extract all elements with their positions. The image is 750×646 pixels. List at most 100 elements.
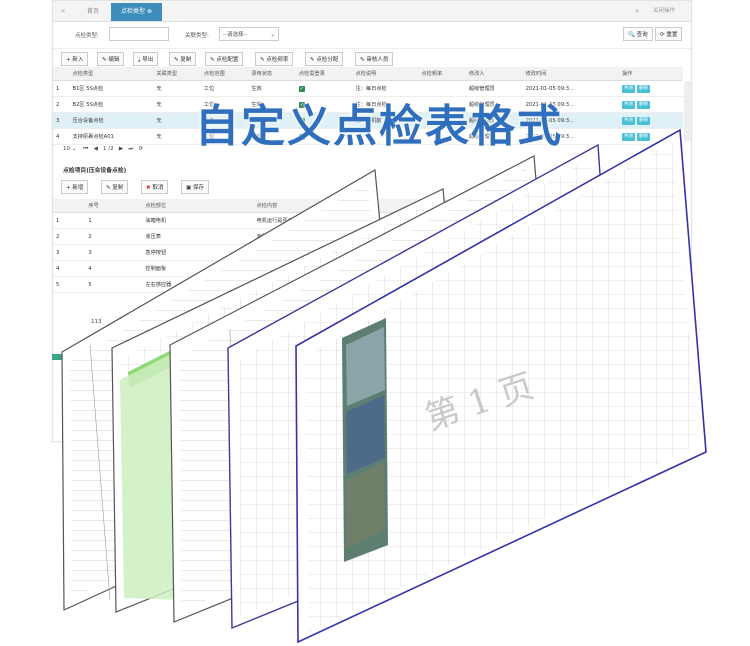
list-item[interactable]: 2 2 液压表 液压值是否在要求范围内 xyxy=(53,228,473,245)
toolbar-button-1[interactable]: ✎ 编辑 xyxy=(97,52,125,66)
save-icon: ▣ xyxy=(186,185,193,191)
table-cell: 2 xyxy=(53,96,70,113)
search-icon: 🔍 xyxy=(628,32,635,38)
toolbar-button-0[interactable]: + 新入 xyxy=(61,52,89,66)
grid-header[interactable]: 录用状态 xyxy=(248,67,296,81)
table-cell: 1 xyxy=(53,212,86,229)
page-total: /2 xyxy=(108,146,114,152)
table-cell: 1 xyxy=(85,212,143,229)
detail-button-label: 新增 xyxy=(72,185,84,191)
side-accent xyxy=(52,354,62,360)
tab-scroll-right-icon[interactable]: » xyxy=(635,1,639,21)
grid-scrollbar[interactable] xyxy=(684,81,691,141)
grid-header[interactable]: 操作 xyxy=(619,67,683,81)
table-cell: 2 xyxy=(85,228,143,245)
prev-page-icon[interactable]: ◀ xyxy=(94,146,98,152)
detail-button-label: 取消 xyxy=(152,185,164,191)
detail-button-2[interactable]: ✖ 取消 xyxy=(141,180,169,194)
detail-button-label: 复制 xyxy=(112,185,124,191)
detail-header[interactable]: 点检部位 xyxy=(142,199,254,213)
table-cell: 1 xyxy=(53,80,70,97)
grid-header[interactable]: 点检频率 xyxy=(418,67,466,81)
grid-header[interactable]: 修改时间 xyxy=(522,67,620,81)
toolbar-button-label: 复制 xyxy=(180,57,192,63)
toolbar-button-label: 新入 xyxy=(72,57,84,63)
grid-header[interactable]: 点检说明 xyxy=(352,67,419,81)
toolbar-button-6[interactable]: ✎ 点检分配 xyxy=(305,52,344,66)
next-page-icon[interactable]: ▶ xyxy=(119,146,123,152)
list-item[interactable]: 5 5 左右感应器 xyxy=(53,276,473,293)
pager: 10 ⌄ ⏮ ◀ 1 /2 ▶ ⏭ ⟳ xyxy=(63,146,144,152)
toolbar-button-3[interactable]: ✎ 复制 xyxy=(169,52,197,66)
grid-header[interactable]: 点检范围 xyxy=(200,67,249,81)
tab-bar: « 首页 点检类型 ⊗ » 关闭操作 xyxy=(53,1,691,22)
link-filter-select[interactable]: --请选择-- ⌄ xyxy=(219,27,279,41)
delete-button[interactable]: 删除 xyxy=(637,100,651,109)
delete-button[interactable]: 删除 xyxy=(637,84,651,93)
detail-button-3[interactable]: ▣ 保存 xyxy=(181,180,209,194)
tab-inspection-type-label: 点检类型 xyxy=(121,8,146,15)
detail-header[interactable]: 序号 xyxy=(85,199,143,213)
list-item[interactable]: 3 3 急停按钮 按钮是否完好 xyxy=(53,244,473,261)
headline-title: 自定义点检表格式 xyxy=(195,101,563,152)
detail-header[interactable]: 点检内容 xyxy=(253,199,473,213)
table-cell: 5 xyxy=(85,276,143,293)
delete-button[interactable]: 删除 xyxy=(637,132,651,141)
page-number-input[interactable]: 1 xyxy=(103,146,107,152)
detail-toolbar: + 新增 ✎ 复制 ✖ 取消 ▣ 保存 xyxy=(53,177,691,197)
table-cell: 液压表 xyxy=(142,228,254,245)
table-cell: 按钮是否完好 xyxy=(253,244,473,261)
disable-button[interactable]: 失效 xyxy=(622,100,636,109)
refresh-icon: ⟳ xyxy=(660,32,665,38)
toolbar-button-5[interactable]: ✎ 点检频率 xyxy=(255,52,294,66)
tab-scroll-left-icon[interactable]: « xyxy=(61,1,65,21)
last-page-icon[interactable]: ⏭ xyxy=(128,146,133,152)
table-cell: 2 xyxy=(53,228,86,245)
tab-home[interactable]: 首页 xyxy=(77,3,109,21)
first-page-icon[interactable]: ⏮ xyxy=(83,146,88,152)
reload-icon[interactable]: ⟳ xyxy=(139,146,144,152)
main-toolbar: + 新入 ✎ 编辑 ⤓ 导出 ✎ 复制 ✎ 点检配置 ✎ 点检频率 ✎ 点检分配 ✎ 审核人员 xyxy=(53,49,691,69)
close-ops-menu[interactable]: 关闭操作 xyxy=(653,1,675,21)
toolbar-button-7[interactable]: ✎ 审核人员 xyxy=(355,52,394,66)
detail-header[interactable] xyxy=(53,199,86,213)
table-cell: 4 xyxy=(53,260,86,277)
toolbar-button-2[interactable]: ⤓ 导出 xyxy=(133,52,159,66)
grid-header[interactable] xyxy=(53,67,70,81)
grid-header[interactable]: 点检需登录 xyxy=(295,67,353,81)
toolbar-button-label: 编辑 xyxy=(108,57,120,63)
toolbar-button-label: 点检频率 xyxy=(266,57,289,63)
table-cell: 左右感应器 xyxy=(142,276,254,293)
table-cell: 4 xyxy=(85,260,143,277)
table-cell: 5 xyxy=(53,276,86,293)
inspection-item-table: 序号 点检部位 点检内容 1 1 油箱电机 电机运行是否正常 2 2 液压表 液压值是否在要求范围… xyxy=(53,199,473,293)
table-cell: 3 xyxy=(53,244,86,261)
disable-button[interactable]: 失效 xyxy=(622,84,636,93)
table-cell: 无 xyxy=(153,128,201,145)
disable-button[interactable]: 失效 xyxy=(622,132,636,141)
link-filter-value: --请选择-- xyxy=(223,32,248,38)
table-cell: 电机运行是否正常 xyxy=(253,212,473,229)
page-size-select[interactable]: 10 xyxy=(63,146,70,152)
grid-header[interactable]: 关联类型 xyxy=(153,67,201,81)
query-button[interactable]: 🔍 查询 xyxy=(623,27,653,41)
detail-row-count: 113 xyxy=(91,319,102,325)
toolbar-button-label: 审核人员 xyxy=(366,57,389,63)
close-icon[interactable]: ⊗ xyxy=(147,8,152,15)
list-item[interactable]: 1 1 油箱电机 电机运行是否正常 xyxy=(53,212,473,229)
table-cell: 无 xyxy=(153,112,201,129)
grid-header[interactable]: 修改人 xyxy=(465,67,523,81)
detail-section-title: 点检项目(压合设备点检) xyxy=(63,168,127,174)
reset-button[interactable]: ⟳ 重置 xyxy=(655,27,683,41)
table-cell: 开关 xyxy=(253,260,473,277)
type-filter-input[interactable] xyxy=(109,27,169,41)
list-item[interactable]: 4 4 控制面板 开关 xyxy=(53,260,473,277)
disable-button[interactable]: 失效 xyxy=(622,116,636,125)
detail-button-1[interactable]: ✎ 复制 xyxy=(101,180,129,194)
detail-button-0[interactable]: + 新增 xyxy=(61,180,89,194)
tab-inspection-type[interactable]: 点检类型 ⊗ xyxy=(111,3,162,21)
table-cell: B1区 5S点检 xyxy=(69,80,154,97)
toolbar-button-4[interactable]: ✎ 点检配置 xyxy=(205,52,244,66)
grid-header[interactable]: 点检类型 xyxy=(69,67,154,81)
delete-button[interactable]: 删除 xyxy=(637,116,651,125)
